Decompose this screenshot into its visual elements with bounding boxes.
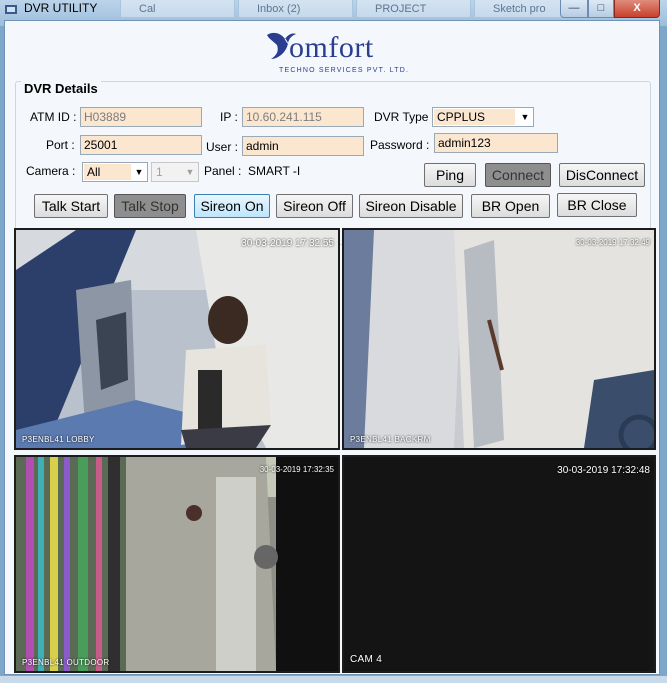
talk-stop-button[interactable]: Talk Stop xyxy=(114,194,186,218)
channel-select[interactable]: 1 ▼ xyxy=(151,162,199,182)
password-label: Password : xyxy=(370,138,430,152)
ping-button[interactable]: Ping xyxy=(424,163,476,187)
camera-select[interactable]: All ▼ xyxy=(82,162,148,182)
camera-view-cam4[interactable]: 30-03-2019 17:32:48 CAM 4 xyxy=(342,455,656,673)
camera-view-outdoor[interactable]: 30-03-2019 17:32:35 P3ENBL41 OUTDOOR xyxy=(14,455,340,673)
maximize-button[interactable]: □ xyxy=(588,0,614,18)
camera-name: P3ENBL41 OUTDOOR xyxy=(22,658,110,667)
group-title: DVR Details xyxy=(21,81,101,96)
client-area: omfort TECHNO SERVICES PVT. LTD. DVR Det… xyxy=(4,20,660,675)
camera-name: CAM 4 xyxy=(350,654,383,665)
dvr-type-value: CPPLUS xyxy=(434,109,515,125)
background-tab: Inbox (2) xyxy=(238,0,353,18)
window-bottom-edge xyxy=(0,676,667,683)
port-label: Port : xyxy=(46,138,75,152)
sireon-off-button[interactable]: Sireon Off xyxy=(276,194,353,218)
sireon-on-button[interactable]: Sireon On xyxy=(194,194,270,218)
camera-timestamp: 30-03-2019 17:32:48 xyxy=(557,465,650,476)
atm-id-label: ATM ID : xyxy=(30,110,77,124)
connect-button[interactable]: Connect xyxy=(485,163,551,187)
window-title: DVR UTILITY xyxy=(24,1,98,15)
camera-timestamp: 30-03-2019 17:32:49 xyxy=(575,238,650,247)
camera-timestamp: 30-03-2019 17:32:55 xyxy=(241,238,334,249)
disconnect-button[interactable]: DisConnect xyxy=(559,163,645,187)
channel-value: 1 xyxy=(156,165,163,179)
camera-name: P3ENBL41 BACKRM xyxy=(350,435,431,444)
logo-wordmark: omfort xyxy=(289,31,374,64)
talk-start-button[interactable]: Talk Start xyxy=(34,194,108,218)
atm-id-field[interactable]: H03889 xyxy=(80,107,202,127)
background-tab: Cal xyxy=(120,0,235,18)
chevron-down-icon: ▼ xyxy=(520,112,530,122)
password-field[interactable]: admin123 xyxy=(434,133,558,153)
user-label: User : xyxy=(206,140,239,154)
background-tab: PROJECT xyxy=(356,0,471,18)
chevron-down-icon: ▼ xyxy=(185,167,195,177)
dvr-type-label: DVR Type : xyxy=(374,110,436,124)
logo-subtitle: TECHNO SERVICES PVT. LTD. xyxy=(279,67,410,74)
backroom-camera-feed xyxy=(344,230,654,448)
br-close-button[interactable]: BR Close xyxy=(557,193,637,217)
ip-field[interactable]: 10.60.241.115 xyxy=(242,107,364,127)
company-logo: omfort TECHNO SERVICES PVT. LTD. xyxy=(263,27,413,79)
camera-timestamp: 30-03-2019 17:32:35 xyxy=(259,465,334,474)
camera-value: All xyxy=(84,164,131,180)
camera-name: P3ENBL41 LOBBY xyxy=(22,435,95,444)
ip-label: IP : xyxy=(220,110,238,124)
port-field[interactable]: 25001 xyxy=(80,135,202,155)
outdoor-camera-feed xyxy=(16,457,338,671)
app-icon xyxy=(5,5,17,14)
camera-view-lobby[interactable]: 30-03-2019 17:32:55 P3ENBL41 LOBBY xyxy=(14,228,340,450)
panel-label: Panel : xyxy=(204,164,242,178)
sireon-disable-button[interactable]: Sireon Disable xyxy=(359,194,463,218)
user-field[interactable]: admin xyxy=(242,136,364,156)
br-open-button[interactable]: BR Open xyxy=(471,194,550,218)
dvr-details-group: DVR Details ATM ID : H03889 IP : 10.60.2… xyxy=(15,81,651,245)
camera-view-backroom[interactable]: 30-03-2019 17:32:49 P3ENBL41 BACKRM xyxy=(342,228,656,450)
panel-value: SMART -I xyxy=(248,164,301,178)
chevron-down-icon: ▼ xyxy=(134,167,144,177)
lobby-camera-feed xyxy=(16,230,338,448)
dvr-type-select[interactable]: CPPLUS ▼ xyxy=(432,107,534,127)
close-button[interactable]: X xyxy=(614,0,660,18)
minimize-button[interactable]: — xyxy=(560,0,588,18)
camera-label: Camera : xyxy=(26,164,76,178)
